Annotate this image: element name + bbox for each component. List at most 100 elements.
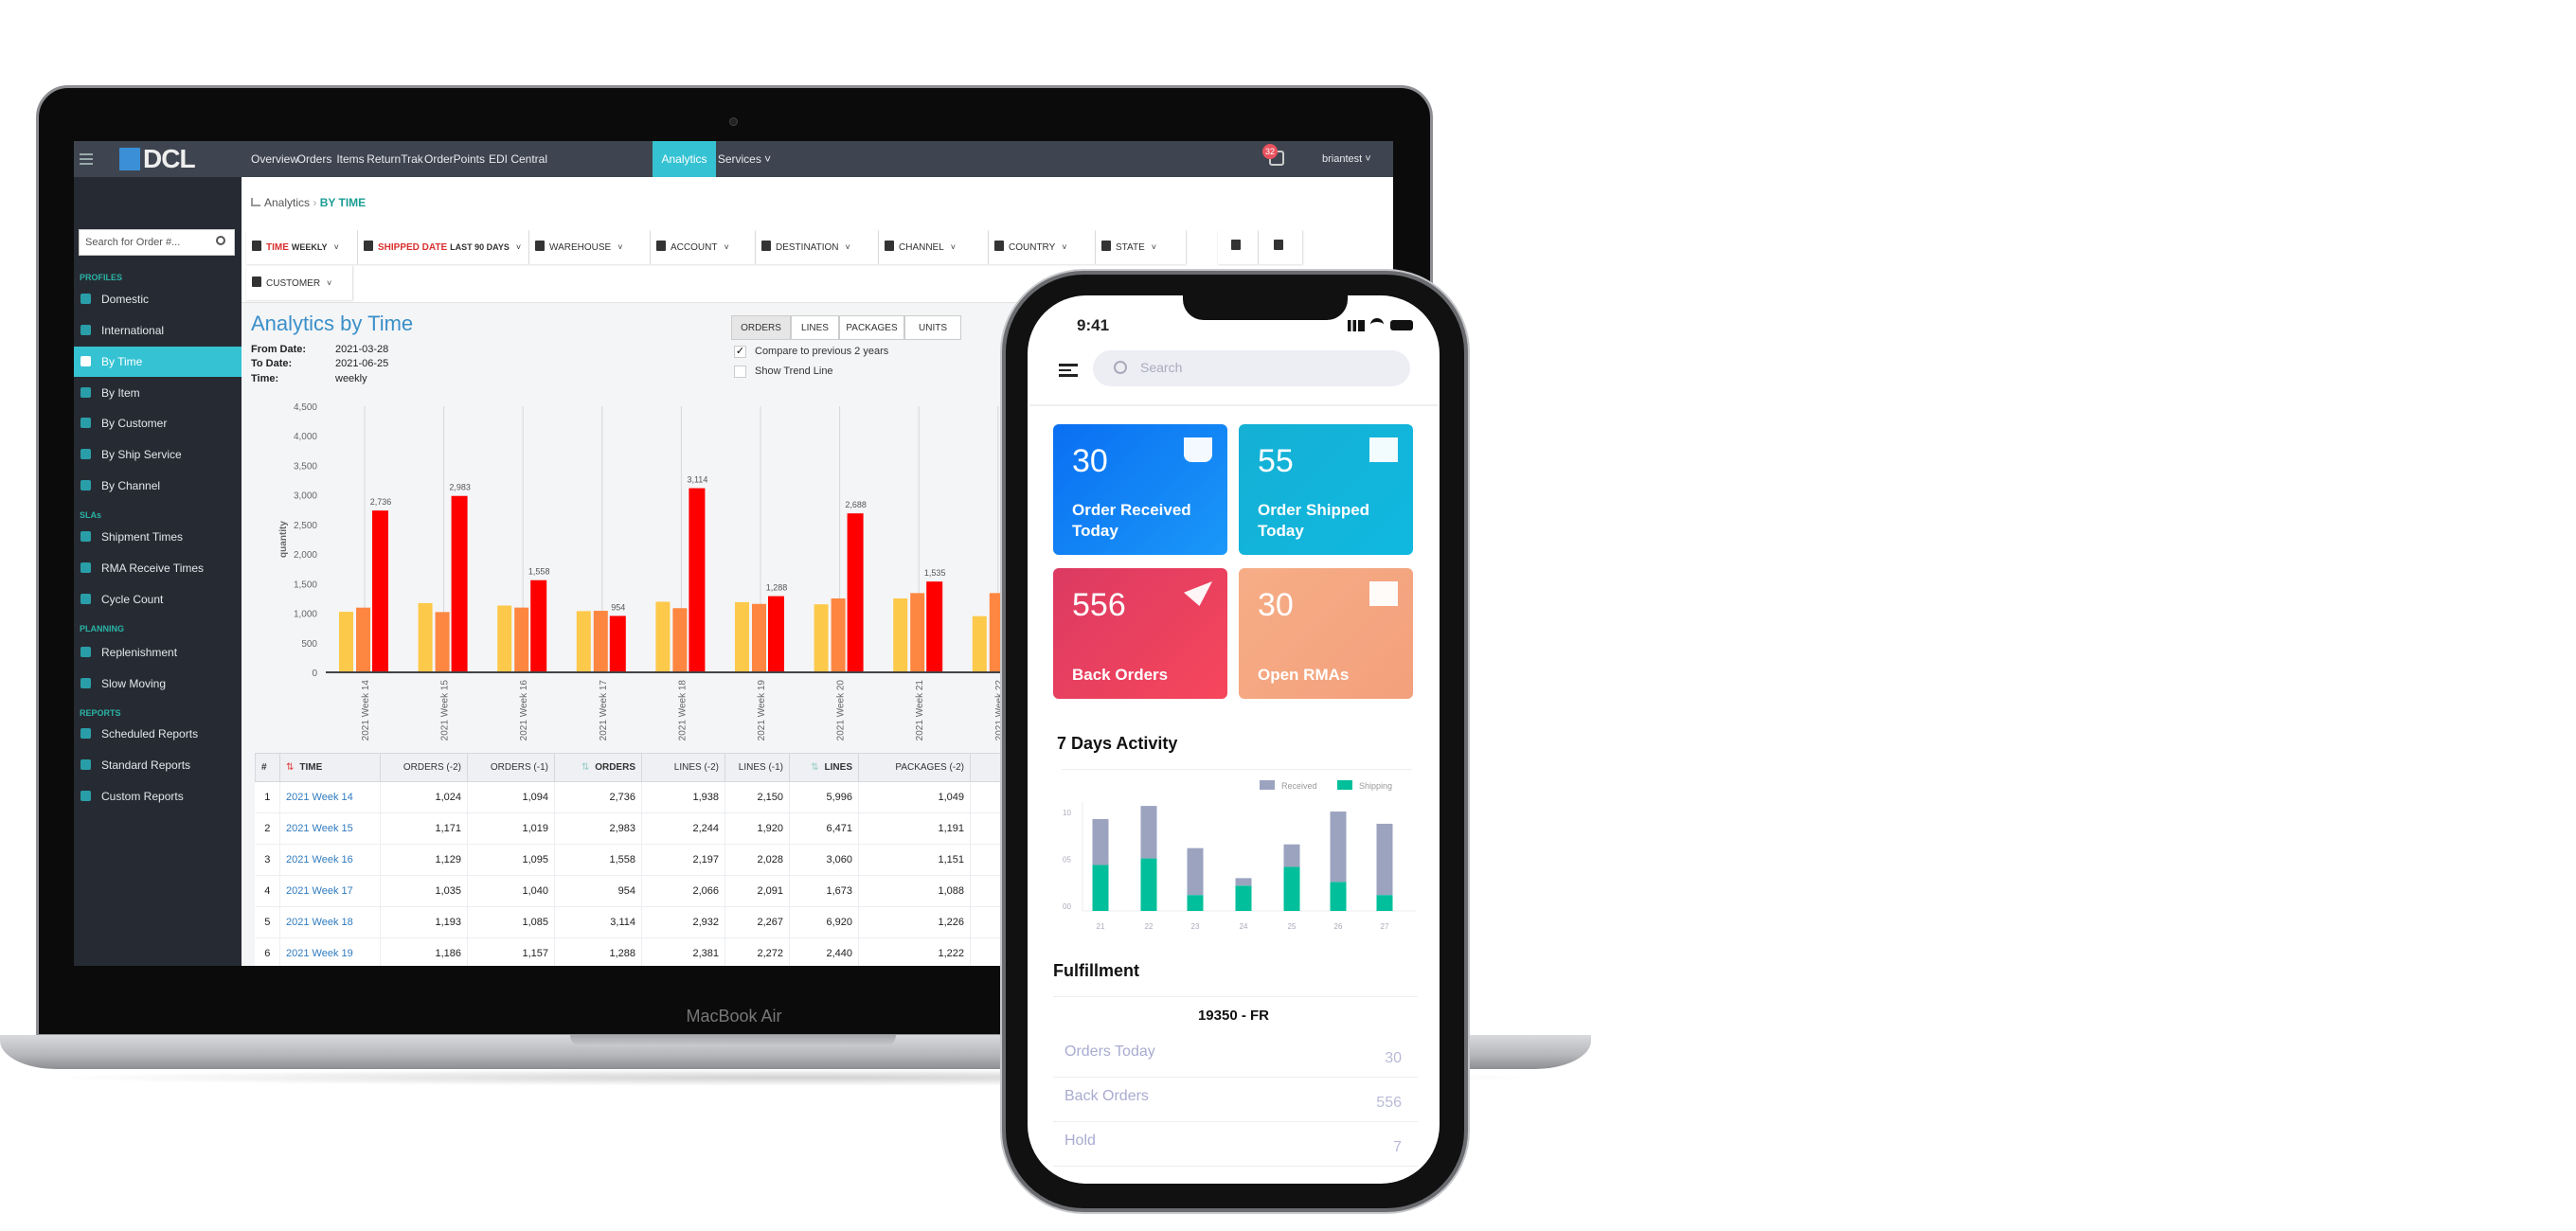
table-cell: 1,040 (467, 875, 555, 907)
tab-units[interactable]: UNITS (904, 315, 961, 340)
filter-country[interactable]: COUNTRY ˅ (989, 230, 1096, 264)
fulfillment-label: Back Orders (1064, 1088, 1149, 1104)
time-link[interactable]: 2021 Week 14 (279, 781, 381, 813)
table-cell: 6 (255, 937, 280, 966)
tab-lines[interactable]: LINES (791, 315, 839, 340)
sidebar-item-rma-receive-times[interactable]: RMA Receive Times (74, 553, 242, 583)
filter-label: SHIPPED DATE (378, 242, 448, 253)
filter-channel[interactable]: CHANNEL ˅ (879, 230, 989, 264)
bar (926, 581, 943, 672)
column-header-time[interactable]: ⇅ TIME (279, 753, 381, 782)
time-link[interactable]: 2021 Week 16 (279, 844, 381, 876)
sidebar-item-replenishment[interactable]: Replenishment (74, 637, 242, 668)
sidebar-item-scheduled-reports[interactable]: Scheduled Reports (74, 719, 242, 749)
column-header-packages-2[interactable]: PACKAGES (-2) (858, 753, 971, 782)
filter-customer[interactable]: CUSTOMER ˅ (246, 266, 353, 300)
column-header-orders-2[interactable]: ORDERS (-2) (380, 753, 468, 782)
filter-time[interactable]: TIME WEEKLY ˅ (246, 230, 358, 264)
table-cell: 3,060 (789, 844, 859, 876)
search-input[interactable]: Search (1093, 350, 1410, 386)
table-cell: 1,558 (554, 844, 642, 876)
checkbox-compare-to-previous-2-years[interactable]: ✓ (734, 346, 746, 358)
filter-destination[interactable]: DESTINATION ˅ (756, 230, 879, 264)
bar (514, 607, 529, 672)
time-link[interactable]: 2021 Week 17 (279, 875, 381, 907)
filter-shipped-date[interactable]: SHIPPED DATE LAST 90 DAYS ˅ (358, 230, 529, 264)
header-label: ORDERS (-1) (490, 762, 548, 773)
chevron-down-icon: ˅ (845, 242, 850, 252)
sidebar-section-slas: SLAs (80, 510, 102, 520)
search-placeholder: Search (1140, 360, 1183, 375)
divider (1053, 996, 1418, 997)
sort-icon[interactable]: ⇅ (286, 762, 294, 773)
bar (530, 580, 547, 672)
bar-shipping (1376, 895, 1393, 911)
stat-card-order-shipped-today[interactable]: 55 Order Shipped Today (1239, 424, 1413, 555)
phone-screen: 9:41 Search 7 Days Activity 00 05 10 21 22 23… (1028, 295, 1440, 1184)
stat-card-back-orders[interactable]: 556 Back Orders (1053, 568, 1227, 699)
checkbox-label: Show Trend Line (755, 366, 833, 377)
sidebar-item-international[interactable]: International (74, 315, 242, 346)
map-icon (1101, 241, 1111, 251)
signal-icon (1348, 320, 1365, 331)
filter-account[interactable]: ACCOUNT ˅ (651, 230, 756, 264)
stat-label: Order Received Today (1072, 501, 1191, 540)
bar-received (1283, 844, 1300, 867)
sidebar-item-label: RMA Receive Times (101, 562, 205, 575)
sidebar-item-by-time[interactable]: By Time (74, 347, 242, 377)
calendar-grid-icon (80, 678, 91, 688)
column-header-orders-1[interactable]: ORDERS (-1) (467, 753, 555, 782)
table-cell: 1,191 (858, 812, 971, 845)
warehouse-icon (535, 241, 545, 251)
sidebar-item-slow-moving[interactable]: Slow Moving (74, 669, 242, 699)
x-tick-label: 27 (1381, 922, 1389, 931)
sidebar-item-cycle-count[interactable]: Cycle Count (74, 584, 242, 615)
data-label: 2,688 (845, 500, 867, 509)
divider (1053, 1166, 1418, 1167)
cloud-icon (885, 241, 894, 251)
column-header-index[interactable]: # (255, 753, 280, 782)
sidebar-item-by-channel[interactable]: By Channel (74, 471, 242, 501)
y-tick-label: 2,000 (294, 550, 317, 561)
tab-packages[interactable]: PACKAGES (839, 315, 904, 340)
sidebar-item-by-customer[interactable]: By Customer (74, 408, 242, 438)
time-link[interactable]: 2021 Week 18 (279, 906, 381, 938)
tab-orders[interactable]: ORDERS (731, 315, 791, 340)
sidebar-item-label: Shipment Times (101, 530, 184, 544)
location-arrow-icon (761, 241, 771, 251)
table-cell: 1,157 (467, 937, 555, 966)
stat-card-open-rmas[interactable]: 30 Open RMAs (1239, 568, 1413, 699)
filter-label: TIME (266, 242, 289, 253)
table-cell: 954 (554, 875, 642, 907)
time-link[interactable]: 2021 Week 19 (279, 937, 381, 966)
table-cell: 1,222 (858, 937, 971, 966)
column-header-lines[interactable]: ⇅ LINES (789, 753, 859, 782)
sidebar-item-custom-reports[interactable]: Custom Reports (74, 781, 242, 812)
facility-label: 19350 - FR (1197, 1008, 1270, 1024)
x-tick-label: 21 (1097, 922, 1105, 931)
stat-card-order-received-today[interactable]: 30 Order Received Today (1053, 424, 1227, 555)
checkbox-show-trend-line[interactable] (734, 366, 746, 378)
x-tick-label: 2021 Week 20 (836, 680, 847, 741)
sidebar-item-shipment-times[interactable]: Shipment Times (74, 522, 242, 552)
filter-state[interactable]: STATE ˅ (1096, 230, 1187, 264)
sort-icon[interactable]: ⇅ (581, 762, 589, 773)
sidebar-item-by-item[interactable]: By Item (74, 378, 242, 408)
stat-value: 30 (1258, 587, 1294, 623)
table-icon (80, 791, 91, 801)
sidebar-item-by-ship-service[interactable]: By Ship Service (74, 439, 242, 470)
y-tick-label: 1,500 (294, 580, 317, 590)
sidebar-item-domestic[interactable]: Domestic (74, 284, 242, 314)
sidebar-item-standard-reports[interactable]: Standard Reports (74, 750, 242, 780)
filter-warehouse[interactable]: WAREHOUSE ˅ (529, 230, 651, 264)
bar (372, 510, 388, 672)
time-link[interactable]: 2021 Week 15 (279, 812, 381, 845)
column-header-lines-1[interactable]: LINES (-1) (724, 753, 790, 782)
column-header-orders[interactable]: ⇅ ORDERS (554, 753, 642, 782)
bar (655, 601, 671, 672)
x-tick-label: 22 (1145, 922, 1154, 931)
menu-icon[interactable] (1059, 364, 1078, 377)
sort-icon[interactable]: ⇅ (811, 762, 818, 773)
column-header-lines-2[interactable]: LINES (-2) (641, 753, 725, 782)
grid-icon (80, 759, 91, 770)
